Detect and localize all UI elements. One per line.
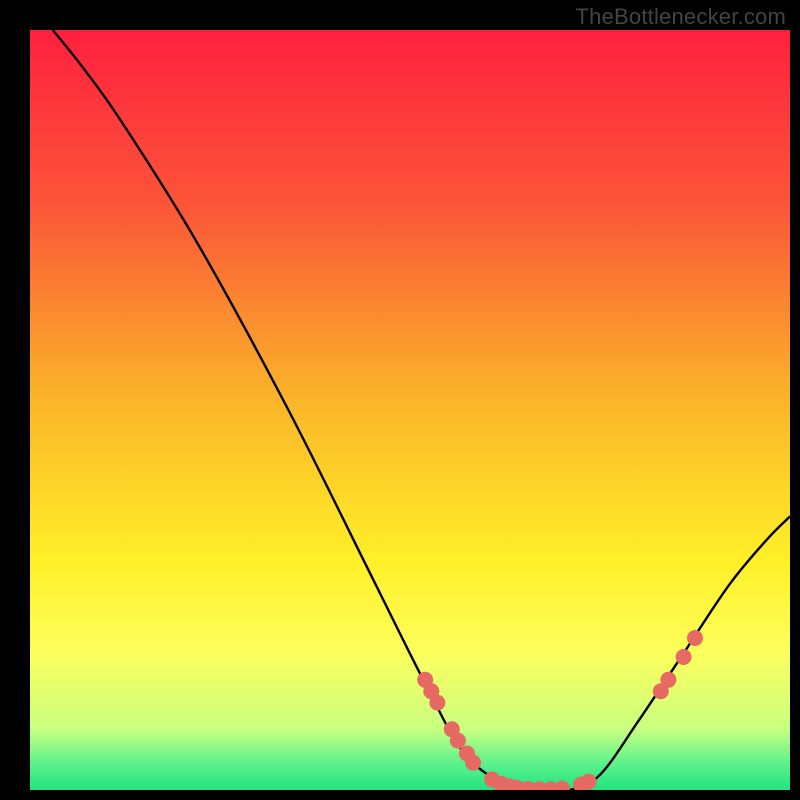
heat-gradient-rect xyxy=(30,30,790,790)
data-marker xyxy=(450,733,466,749)
data-marker xyxy=(554,780,570,796)
chart-svg xyxy=(0,0,800,800)
data-marker xyxy=(687,630,703,646)
data-marker xyxy=(676,649,692,665)
data-marker xyxy=(429,695,445,711)
data-marker xyxy=(660,672,676,688)
watermark-text: TheBottlenecker.com xyxy=(576,4,786,30)
data-marker xyxy=(581,774,597,790)
chart-stage: TheBottlenecker.com xyxy=(0,0,800,800)
data-marker xyxy=(465,755,481,771)
